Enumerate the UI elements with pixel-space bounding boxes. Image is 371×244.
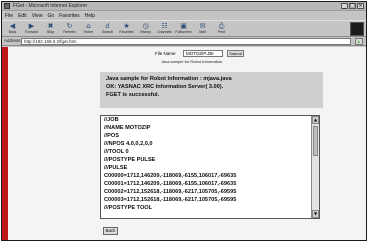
mail-button[interactable]: ✉ Mail [194, 21, 211, 36]
menu-view[interactable]: View [32, 13, 43, 19]
page-content: File Name MOTOZIP.JBI Submit Java sample… [2, 47, 366, 240]
scroll-thumb[interactable] [313, 126, 318, 156]
submit-button[interactable]: Submit [227, 50, 244, 57]
address-bar: Address http://192.168.0.2/fget.htm ▸ [2, 37, 366, 46]
back-button[interactable]: ◀ Back [4, 21, 21, 36]
job-file-lines: //JOB //NAME MOTOZIP //POS ///NPOS 4,0,0… [104, 116, 309, 212]
close-button[interactable]: × [357, 3, 364, 9]
page-back-button[interactable]: Back [103, 227, 118, 235]
print-icon: ⎙ [218, 22, 225, 30]
home-icon: ⌂ [86, 22, 91, 30]
address-input[interactable]: http://192.168.0.2/fget.htm [21, 38, 351, 45]
fullscreen-icon: ▣ [180, 22, 187, 30]
menu-edit[interactable]: Edit [18, 13, 27, 19]
history-icon: ◷ [142, 22, 149, 30]
window-controls: _ □ × [341, 3, 364, 9]
minimize-button[interactable]: _ [341, 3, 348, 9]
search-icon: ☌ [105, 22, 110, 30]
browser-logo-icon [350, 22, 364, 36]
home-button[interactable]: ⌂ Home [80, 21, 97, 36]
job-line: ///POSTYPE PULSE [104, 157, 156, 163]
accent-stripe [2, 47, 8, 240]
stop-button[interactable]: ✖ Stop [42, 21, 59, 36]
message-line: OK: YASNAC XRC Information Server( 3.00)… [106, 84, 224, 90]
browser-window: FGet - Microsoft Internet Explorer _ □ ×… [1, 1, 367, 241]
form-note: Java sample for Robot Information [161, 59, 223, 64]
stop-icon: ✖ [47, 22, 54, 30]
file-name-label: File Name [155, 51, 176, 56]
job-line: //NAME MOTOZIP [104, 125, 151, 131]
fullscreen-button[interactable]: ▣ Fullscreen [175, 21, 192, 36]
print-button[interactable]: ⎙ Print [213, 21, 230, 36]
job-line: C00003=1712,152618,-118069,-6217,105705,… [104, 197, 237, 203]
refresh-icon: ↻ [66, 22, 73, 30]
job-line: //JOB [104, 117, 119, 123]
go-icon[interactable]: ▸ [355, 38, 363, 45]
window-title: FGet - Microsoft Internet Explorer [13, 3, 88, 9]
forward-arrow-icon: ▶ [28, 22, 35, 30]
menu-bar: File Edit View Go Favorites Help [2, 12, 366, 20]
favorites-button[interactable]: ★ Favorites [118, 21, 135, 36]
message-line: Java sample for Robot Information : mjav… [106, 76, 232, 82]
history-button[interactable]: ◷ History [137, 21, 154, 36]
scroll-up-icon[interactable]: ▲ [312, 116, 319, 124]
job-line: ///NPOS 4,0,0,2,0,0 [104, 141, 153, 147]
toolbar: ◀ Back ▶ Forward ✖ Stop ↻ Refresh ⌂ Home ☌ Sea… [2, 20, 366, 37]
menu-help[interactable]: Help [85, 13, 95, 19]
address-label: Address [4, 38, 21, 43]
job-file-textarea[interactable]: //JOB //NAME MOTOZIP //POS ///NPOS 4,0,0… [100, 115, 320, 219]
job-line: C00001=1712,146209,-118069,-6155,106017,… [104, 181, 237, 187]
refresh-button[interactable]: ↻ Refresh [61, 21, 78, 36]
mail-icon: ✉ [199, 22, 206, 30]
job-line: C00002=1712,152618,-118069,-6217,105705,… [104, 189, 237, 195]
result-message: Java sample for Robot Information : mjav… [100, 72, 323, 108]
textarea-scrollbar[interactable]: ▲ ▼ [311, 116, 319, 218]
forward-button[interactable]: ▶ Forward [23, 21, 40, 36]
job-line: ///POSTYPE TOOL [104, 205, 153, 211]
job-line: ///PULSE [104, 165, 128, 171]
favorites-icon: ★ [123, 22, 130, 30]
job-line: ///TOOL 0 [104, 149, 129, 155]
back-arrow-icon: ◀ [9, 22, 16, 30]
search-button[interactable]: ☌ Search [99, 21, 116, 36]
job-line: //POS [104, 133, 119, 139]
job-line: C00000=1712,146209,-118069,-6155,106017,… [104, 173, 237, 179]
channels-button[interactable]: ☷ Channels [156, 21, 173, 36]
maximize-button[interactable]: □ [349, 3, 356, 9]
menu-favorites[interactable]: Favorites [59, 13, 80, 19]
title-bar: FGet - Microsoft Internet Explorer _ □ × [2, 2, 366, 11]
channels-icon: ☷ [161, 22, 168, 30]
file-name-input[interactable]: MOTOZIP.JBI [183, 50, 223, 57]
scroll-down-icon[interactable]: ▼ [312, 210, 319, 218]
menu-file[interactable]: File [5, 13, 13, 19]
menu-go[interactable]: Go [47, 13, 54, 19]
message-line: FGET is successful. [106, 92, 160, 98]
app-icon [4, 3, 10, 9]
